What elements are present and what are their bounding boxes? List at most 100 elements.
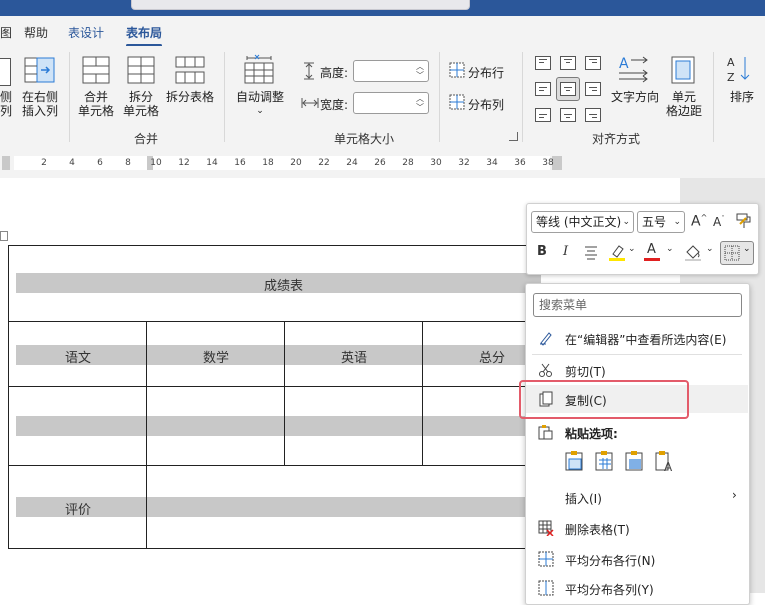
ruler-number: 6 [97, 158, 103, 168]
tab-help[interactable]: 帮助 [24, 24, 48, 41]
width-label: 宽度: [320, 98, 349, 112]
format-painter-icon[interactable] [735, 212, 753, 230]
borders-button[interactable]: ⌄ [720, 241, 754, 265]
cell-size-launcher-icon[interactable] [509, 132, 518, 141]
ruler-number: 4 [69, 158, 75, 168]
align-top-center-icon[interactable] [560, 56, 576, 70]
font-size-dropdown[interactable]: 五号 ⌄ [637, 211, 685, 233]
shading-icon[interactable] [683, 242, 703, 262]
chevron-down-icon[interactable]: ⌄ [706, 244, 714, 254]
autofit-button[interactable]: 自动调整 ⌄ [232, 90, 288, 118]
paste-icon [538, 425, 553, 440]
shrink-font-icon[interactable]: Aˇ [713, 215, 725, 229]
tab-table-design[interactable]: 表设计 [68, 24, 104, 41]
cell-margins-label-1: 单元 [671, 90, 696, 104]
chevron-right-icon: › [732, 488, 737, 502]
menu-item-paste-options: 粘贴选项: [526, 418, 748, 446]
align-bottom-center-icon[interactable] [560, 108, 576, 122]
tab-partial[interactable]: 图 [0, 24, 12, 41]
cell-margins-button[interactable]: 单元 格边距 [662, 90, 706, 118]
table-cell-shading [16, 345, 541, 365]
group-separator [439, 52, 440, 142]
split-cells-label-2: 单元格 [122, 104, 159, 118]
ruler-margin-left [2, 156, 10, 170]
font-color-glyph: A [647, 242, 656, 257]
copy-highlight-annotation [519, 380, 689, 419]
menu-item-insert[interactable]: 插入(I) › [526, 483, 748, 511]
align-middle-right-icon[interactable] [585, 82, 601, 96]
header-english: 英语 [341, 351, 368, 366]
distribute-columns-button[interactable]: 分布列 [468, 96, 504, 113]
insert-left-icon [0, 58, 11, 86]
font-color-icon[interactable]: A [643, 242, 661, 262]
align-bottom-right-icon[interactable] [585, 108, 601, 122]
ribbon: 侧 列 在右侧 插入列 合并 单元格 拆分 单元格 拆分表格 合并 自动调整 ⌄… [0, 46, 765, 149]
menu-search-input[interactable]: 搜索菜单 [533, 293, 742, 317]
text-direction-button[interactable]: 文字方向 [608, 90, 662, 104]
table-border [8, 548, 560, 549]
bold-button[interactable]: B [537, 244, 547, 259]
table-cell-shading [16, 416, 541, 436]
insert-right-button[interactable]: 在右侧 插入列 [18, 90, 62, 118]
split-cells-button[interactable]: 拆分 单元格 [121, 90, 161, 118]
menu-item-label: 插入(I) [565, 492, 602, 506]
title-search-box[interactable] [131, 0, 470, 10]
text-direction-icon: A [619, 56, 648, 83]
highlighter-icon[interactable] [607, 242, 627, 262]
align-top-right-icon[interactable] [585, 56, 601, 70]
grow-font-icon[interactable]: A^ [691, 213, 707, 230]
width-spinner[interactable]: ︿ ﹀ [353, 92, 429, 114]
merge-cells-button[interactable]: 合并 单元格 [76, 90, 116, 118]
paste-merge-table-icon[interactable] [595, 450, 615, 472]
chevron-down-icon[interactable]: ⌄ [628, 244, 636, 254]
menu-item-delete-table[interactable]: 删除表格(T) [526, 514, 748, 542]
delete-table-icon [538, 520, 554, 536]
table-move-handle-icon[interactable] [0, 231, 8, 241]
chevron-down-icon: ⌄ [673, 217, 681, 227]
ruler-number: 14 [206, 158, 218, 168]
title-bar [0, 0, 765, 16]
menu-item-distribute-columns[interactable]: 平均分布各列(Y) [526, 574, 748, 602]
align-top-left-icon[interactable] [535, 56, 551, 70]
menu-separator [532, 354, 742, 355]
spin-up-icon[interactable]: ︿ [416, 63, 424, 71]
chevron-down-icon[interactable]: ⌄ [666, 244, 674, 254]
split-table-button[interactable]: 拆分表格 [164, 90, 216, 104]
center-align-icon[interactable] [583, 244, 599, 260]
spin-down-icon[interactable]: ﹀ [416, 72, 424, 80]
sort-button[interactable]: 排序 [724, 90, 760, 104]
align-bottom-left-icon[interactable] [535, 108, 551, 122]
menu-item-view-in-editor[interactable]: 在“编辑器”中查看所选内容(E) [526, 324, 748, 352]
editor-pen-icon [540, 332, 552, 346]
group-separator [224, 52, 225, 142]
tab-table-layout[interactable]: 表布局 [126, 24, 163, 47]
cell-margins-icon [671, 56, 695, 84]
ruler-number: 12 [178, 158, 190, 168]
insert-left-label-2: 列 [0, 104, 13, 118]
insert-left-button[interactable]: 侧 列 [0, 90, 14, 118]
merge-cells-label-1: 合并 [83, 90, 108, 104]
ruler-number: 30 [430, 158, 442, 168]
height-spinner[interactable]: ︿ ﹀ [353, 60, 429, 82]
table-border [422, 321, 423, 466]
spin-up-icon[interactable]: ︿ [416, 95, 424, 103]
align-middle-left-icon[interactable] [535, 82, 551, 96]
horizontal-ruler[interactable]: 2 4 6 8 10 12 14 16 18 20 22 24 26 28 30 32 34 36 38 [0, 148, 765, 178]
header-chinese: 语文 [65, 351, 92, 366]
group-label-merge: 合并 [134, 132, 159, 146]
paste-nested-table-icon[interactable] [625, 450, 645, 472]
paste-keep-source-formatting-icon[interactable] [565, 450, 585, 472]
font-family-dropdown[interactable]: 等线 (中文正文) ⌄ [531, 211, 634, 233]
menu-item-distribute-rows[interactable]: 平均分布各行(N) [526, 545, 748, 573]
distribute-rows-button[interactable]: 分布行 [468, 64, 504, 81]
italic-button[interactable]: I [563, 244, 568, 259]
menu-item-label: 平均分布各行(N) [565, 554, 656, 568]
insert-right-label-1: 在右侧 [21, 90, 58, 104]
font-size-value: 五号 [642, 215, 667, 229]
align-middle-center-icon[interactable] [560, 82, 576, 96]
spin-down-icon[interactable]: ﹀ [416, 104, 424, 112]
paste-text-only-icon[interactable]: A [655, 450, 675, 472]
merge-cells-label-2: 单元格 [77, 104, 114, 118]
ruler-number: 26 [374, 158, 386, 168]
eval-label: 评价 [65, 503, 92, 518]
